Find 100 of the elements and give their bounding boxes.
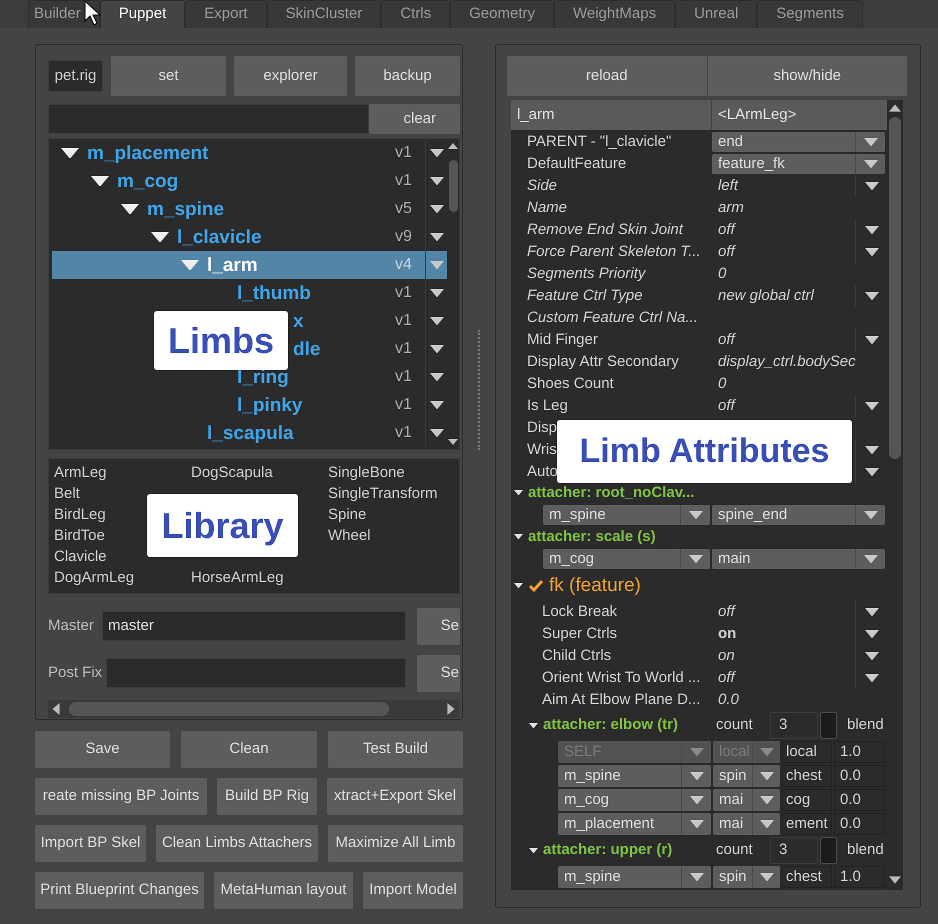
name-field[interactable]: cog	[782, 789, 832, 811]
dropdown-arrow-icon[interactable]	[864, 292, 878, 300]
dropdown-arrow-icon[interactable]	[760, 796, 774, 804]
tab[interactable]: Geometry	[450, 0, 554, 28]
button[interactable]: backup	[355, 56, 460, 96]
count-field[interactable]: 3	[770, 837, 818, 864]
dropdown[interactable]: end	[712, 132, 885, 152]
dropdown[interactable]: feature_fk	[712, 154, 885, 174]
weight-field[interactable]: 1.0	[834, 866, 885, 888]
dropdown-arrow-icon[interactable]	[430, 148, 444, 158]
scroll-left-icon[interactable]	[51, 703, 61, 715]
dropdown-arrow-icon[interactable]	[430, 428, 444, 438]
button[interactable]: show/hide	[708, 56, 907, 96]
scroll-thumb[interactable]	[69, 702, 389, 716]
dropdown-arrow-icon[interactable]	[690, 820, 704, 828]
dropdown-arrow-icon[interactable]	[430, 204, 444, 214]
splitter-handle[interactable]	[478, 330, 480, 450]
checkmark-icon[interactable]	[528, 579, 544, 593]
clear-button[interactable]: clear	[369, 104, 460, 134]
dropdown-arrow-icon[interactable]	[864, 248, 878, 256]
library-item[interactable]: BirdToe	[54, 525, 105, 546]
section-title[interactable]: attacher: scale (s)	[528, 526, 656, 548]
library-item[interactable]: SingleBone	[328, 462, 405, 483]
dropdown-arrow-icon[interactable]	[864, 554, 878, 564]
action-button[interactable]: Test Build	[328, 731, 463, 768]
scroll-right-icon[interactable]	[446, 703, 456, 715]
library-item[interactable]: Wheel	[328, 525, 371, 546]
scroll-down-icon[interactable]	[889, 876, 901, 884]
library-item[interactable]: Belt	[54, 483, 80, 504]
dropdown-arrow-icon[interactable]	[430, 288, 444, 298]
dropdown[interactable]: m_cog	[543, 549, 710, 569]
dropdown[interactable]: m_spine	[543, 505, 710, 525]
dropdown-arrow-icon[interactable]	[688, 510, 702, 520]
tree-row[interactable]: l_arm v4	[52, 251, 447, 279]
section-title[interactable]: attacher: upper (r)	[543, 839, 672, 862]
scroll-up-icon[interactable]	[448, 142, 458, 150]
library-item[interactable]: ArmLeg	[54, 462, 107, 483]
action-button[interactable]: MetaHuman layout	[214, 872, 353, 909]
text-field[interactable]	[106, 658, 406, 688]
expand-icon[interactable]	[151, 232, 169, 242]
dropdown[interactable]: m_spine	[558, 866, 711, 888]
dropdown-arrow-icon[interactable]	[690, 796, 704, 804]
action-button[interactable]: Clean Limbs Attachers	[156, 825, 318, 862]
dropdown-arrow-icon[interactable]	[864, 336, 878, 344]
weight-field[interactable]: 0.0	[834, 789, 885, 811]
scroll-down-icon[interactable]	[448, 438, 458, 446]
dropdown-arrow-icon[interactable]	[690, 772, 704, 780]
dropdown-arrow-icon[interactable]	[864, 468, 878, 476]
dropdown-arrow-icon[interactable]	[864, 608, 878, 616]
action-button[interactable]: Print Blueprint Changes	[35, 872, 204, 909]
dropdown[interactable]: spin	[713, 866, 780, 888]
section-title[interactable]: attacher: root_noClav...	[528, 482, 694, 504]
expand-icon[interactable]	[121, 204, 139, 214]
limb-name[interactable]: m_placement	[87, 144, 208, 162]
expand-icon[interactable]	[514, 490, 523, 496]
section-title[interactable]: fk (feature)	[549, 572, 641, 600]
dropdown-arrow-icon[interactable]	[760, 872, 774, 882]
dropdown[interactable]: m_spine	[558, 765, 711, 787]
expand-icon[interactable]	[61, 148, 79, 158]
dropdown-arrow-icon[interactable]	[864, 630, 878, 638]
name-field[interactable]: chest	[782, 765, 832, 787]
action-button[interactable]: xtract+Export Skel	[327, 778, 463, 815]
expand-icon[interactable]	[514, 583, 523, 589]
limb-name[interactable]: l_ring	[237, 368, 289, 386]
dropdown-arrow-icon[interactable]	[430, 316, 444, 326]
library-item[interactable]: HorseArmLeg	[191, 567, 284, 588]
dropdown[interactable]: mai	[713, 813, 780, 835]
expand-icon[interactable]	[529, 848, 538, 854]
section-title[interactable]: attacher: elbow (tr)	[543, 714, 678, 737]
rig-file-field[interactable]: pet.rig	[48, 60, 103, 92]
dropdown-arrow-icon[interactable]	[864, 446, 878, 454]
expand-icon[interactable]	[91, 176, 109, 186]
limb-name[interactable]: m_spine	[147, 200, 224, 218]
tab[interactable]: Export	[185, 0, 267, 28]
limb-name[interactable]: l_scapula	[207, 424, 294, 442]
expand-icon[interactable]	[514, 534, 523, 540]
button[interactable]: set	[111, 56, 226, 96]
dropdown-arrow-icon[interactable]	[688, 554, 702, 564]
dropdown-arrow-icon[interactable]	[430, 176, 444, 186]
search-field[interactable]	[48, 104, 369, 134]
action-button[interactable]: Import Model	[363, 872, 463, 909]
tab[interactable]: Builder	[28, 0, 100, 28]
dropdown-arrow-icon[interactable]	[430, 372, 444, 382]
action-button[interactable]: Import BP Skel	[35, 825, 146, 862]
blend-checkbox[interactable]	[820, 837, 837, 864]
limb-name[interactable]: m_cog	[117, 172, 178, 190]
dropdown-arrow-icon[interactable]	[430, 232, 444, 242]
blend-checkbox[interactable]	[820, 712, 837, 739]
tab[interactable]: WeightMaps	[554, 0, 676, 28]
tab[interactable]: SkinCluster	[266, 0, 382, 28]
library-item[interactable]: Spine	[328, 504, 366, 525]
limb-name[interactable]: dle	[293, 340, 320, 358]
scroll-thumb[interactable]	[448, 160, 458, 212]
action-button[interactable]: Build BP Rig	[217, 778, 317, 815]
limb-name[interactable]: l_arm	[207, 256, 258, 274]
dropdown-arrow-icon[interactable]	[864, 226, 878, 234]
expand-icon[interactable]	[529, 722, 538, 728]
dropdown-arrow-icon[interactable]	[760, 772, 774, 780]
dropdown[interactable]: m_placement	[558, 813, 711, 835]
action-button[interactable]: reate missing BP Joints	[35, 778, 207, 815]
